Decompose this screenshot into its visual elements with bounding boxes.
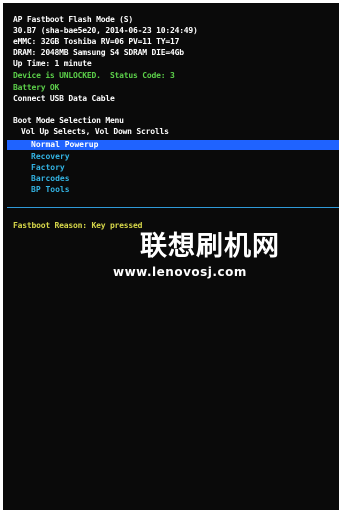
mode-title: AP Fastboot Flash Mode (S) — [13, 15, 134, 24]
boot-menu-instructions: Vol Up Selects, Vol Down Scrolls — [21, 127, 169, 136]
bootloader-version: 30.B7 (sha-bae5e20, 2014-06-23 10:24:49) — [13, 26, 198, 35]
menu-item-recovery[interactable]: Recovery — [31, 152, 70, 162]
uptime: Up Time: 1 minute — [13, 59, 92, 68]
emmc-info: eMMC: 32GB Toshiba RV=06 PV=11 TY=17 — [13, 37, 180, 46]
battery-status: Battery OK — [13, 83, 60, 92]
unlock-status: Device is UNLOCKED. Status Code: 3 — [13, 71, 175, 80]
dram-info: DRAM: 2048MB Samsung S4 SDRAM DIE=4Gb — [13, 48, 184, 57]
menu-item-barcodes[interactable]: Barcodes — [31, 174, 70, 184]
watermark-site-name: 联想刷机网 — [140, 231, 280, 262]
watermark-url: www.lenovosj.com — [113, 265, 247, 279]
menu-item-normal-powerup[interactable]: Normal Powerup — [7, 140, 339, 150]
fastboot-reason: Fastboot Reason: Key pressed — [13, 221, 143, 230]
boot-menu-title: Boot Mode Selection Menu — [13, 116, 124, 125]
usb-status: Connect USB Data Cable — [13, 94, 115, 103]
divider — [7, 207, 339, 208]
fastboot-screen: AP Fastboot Flash Mode (S) 30.B7 (sha-ba… — [3, 3, 339, 510]
menu-item-label: Normal Powerup — [31, 140, 99, 149]
menu-item-bp-tools[interactable]: BP Tools — [31, 185, 70, 195]
menu-item-factory[interactable]: Factory — [31, 163, 65, 173]
